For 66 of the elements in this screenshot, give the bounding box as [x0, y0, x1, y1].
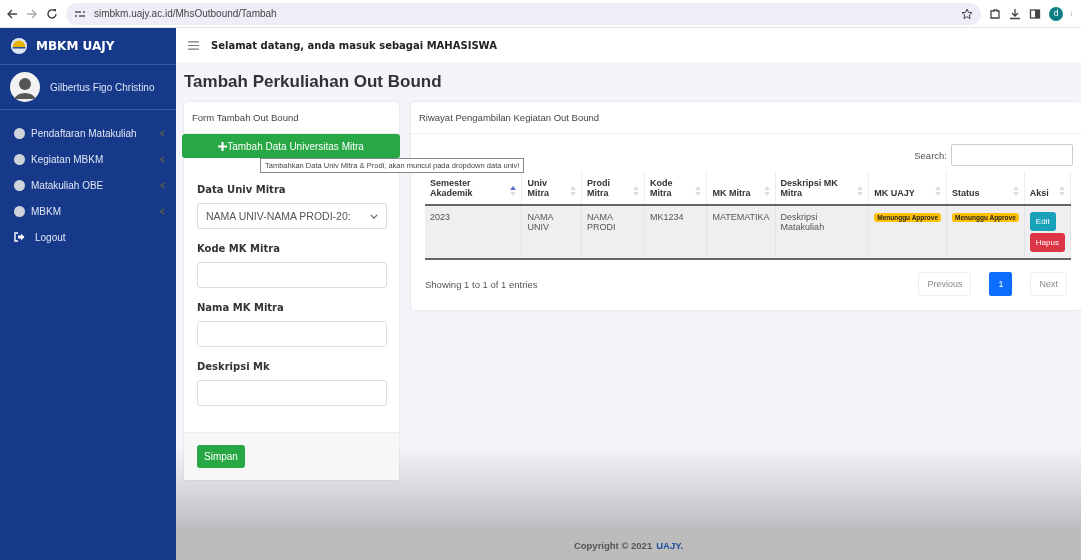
column-header[interactable]: MK Mitra: [712, 188, 761, 198]
pagination-button[interactable]: 1: [989, 272, 1013, 296]
input-field[interactable]: [197, 262, 387, 288]
field-label: Deskripsi Mk: [197, 361, 271, 372]
download-icon[interactable]: [1009, 7, 1021, 20]
plus-icon: [218, 141, 228, 151]
entries-info: Showing 1 to 1 of 1 entries: [425, 278, 538, 290]
reload-icon[interactable]: [46, 7, 58, 20]
table-cell: NAMA UNIV: [527, 212, 553, 232]
field-label: Data Univ Mitra: [197, 184, 287, 195]
logout-icon: [14, 232, 25, 242]
table-cell: MK1234: [649, 212, 684, 222]
input-field[interactable]: [197, 380, 387, 406]
side-panel-icon[interactable]: [1029, 7, 1041, 20]
column-header[interactable]: MK UAJY: [874, 188, 933, 198]
pagination-button[interactable]: Previous: [918, 272, 972, 296]
sidebar-item[interactable]: Pendaftaran Matakuliah: [31, 127, 153, 139]
delete-button[interactable]: Hapus: [1029, 233, 1065, 252]
user-name[interactable]: Gilbertus Figo Christino: [50, 81, 155, 93]
pagination-button[interactable]: Next: [1030, 272, 1067, 296]
column-header[interactable]: Kode Mitra: [649, 178, 693, 198]
extensions-icon[interactable]: [989, 7, 1001, 20]
brand-title[interactable]: MBKM UAJY: [36, 39, 115, 53]
user-avatar: [10, 72, 40, 102]
copyright-text: Copyright © 2021: [573, 539, 653, 551]
page-title: Tambah Perkuliahan Out Bound: [184, 72, 443, 92]
column-header[interactable]: Aksi: [1029, 188, 1056, 198]
profile-avatar[interactable]: d: [1049, 6, 1063, 21]
column-header[interactable]: Semester Akademik: [430, 178, 508, 198]
column-header[interactable]: Univ Mitra: [527, 178, 567, 198]
table-cell: Deskripsi Matakuliah: [780, 212, 825, 232]
star-icon[interactable]: [961, 7, 973, 20]
chevron-icon: [159, 154, 166, 164]
chevron-icon: [159, 206, 166, 216]
sidebar-item[interactable]: Logout: [35, 231, 166, 243]
table-cell: 2023: [430, 212, 451, 222]
table-cell: NAMA PRODI: [586, 212, 616, 232]
input-field[interactable]: [197, 321, 387, 347]
caret-icon: [370, 213, 378, 219]
field-label: Nama MK Mitra: [197, 302, 285, 313]
menu-icon[interactable]: [188, 40, 199, 50]
chevron-icon: [159, 128, 166, 138]
select-field[interactable]: NAMA UNIV-NAMA PRODI-20:: [197, 203, 387, 229]
menu-dot-icon: [14, 205, 25, 217]
column-header[interactable]: Prodi Mitra: [586, 178, 630, 198]
search-label: Search:: [914, 149, 947, 161]
chevron-icon: [159, 180, 166, 190]
card-title: Riwayat Pengambilan Kegiatan Out Bound: [411, 102, 1081, 134]
sidebar-item[interactable]: MBKM: [31, 205, 153, 217]
welcome-text: Selamat datang, anda masuk sebagai MAHASISWA: [211, 39, 497, 51]
sidebar-item[interactable]: Kegiatan MBKM: [31, 153, 153, 165]
menu-dot-icon: [14, 179, 25, 191]
table-cell: MATEMATIKA: [712, 212, 770, 222]
forward-icon[interactable]: [26, 7, 38, 20]
menu-dot-icon: [14, 127, 25, 139]
address-bar[interactable]: simbkm.uajy.ac.id/MhsOutbound/Tambah: [66, 2, 981, 25]
logo-icon: [10, 37, 28, 55]
column-header[interactable]: Deskripsi MK Mitra: [780, 178, 855, 198]
footer-link[interactable]: UAJY.: [656, 539, 684, 551]
sidebar-item[interactable]: Matakuliah OBE: [31, 179, 153, 191]
menu-dot-icon: [14, 153, 25, 165]
field-label: Kode MK Mitra: [197, 243, 281, 254]
back-icon[interactable]: [6, 7, 18, 20]
sort-icon[interactable]: [510, 186, 517, 196]
column-header[interactable]: Status: [952, 188, 1010, 198]
search-field[interactable]: [951, 144, 1073, 166]
